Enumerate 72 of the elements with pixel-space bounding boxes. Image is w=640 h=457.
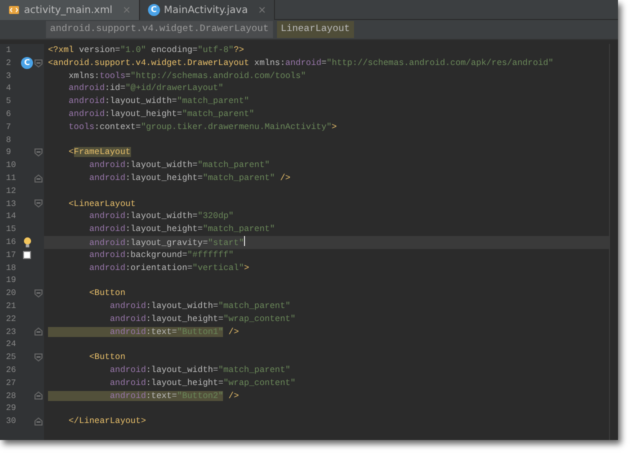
code-line: android:orientation="vertical"> bbox=[88, 262, 250, 274]
editor-tab[interactable]: C MainActivity.java × bbox=[140, 0, 276, 20]
code-line: android:layout_height="wrap_content" bbox=[108, 376, 297, 390]
line-number: 10 bbox=[5, 159, 18, 172]
line-number: 12 bbox=[5, 184, 18, 198]
code-line: xmlns:tools="http://schemas.android.com/tools" bbox=[68, 70, 307, 82]
line-number: 13 bbox=[5, 198, 18, 210]
line-number: 2 bbox=[5, 56, 12, 70]
lightbulb-icon[interactable] bbox=[22, 236, 32, 248]
code-line: android:layout_width="match_parent" bbox=[108, 364, 292, 377]
code-line: <android.support.v4.widget.DrawerLayout xmlns:android="http://schemas.android.com/apk/res/android" bbox=[47, 56, 554, 70]
line-number: 28 bbox=[5, 390, 18, 402]
line-number: 8 bbox=[5, 134, 12, 146]
xml-file-icon bbox=[8, 4, 20, 16]
fold-marker-icon[interactable] bbox=[34, 417, 43, 426]
class-icon: C bbox=[148, 4, 160, 16]
fold-marker-icon[interactable] bbox=[34, 58, 43, 68]
line-number: 26 bbox=[5, 364, 18, 377]
line-number: 4 bbox=[5, 82, 12, 96]
line-number: 15 bbox=[5, 223, 18, 236]
code-line: android:layout_width="match_parent" bbox=[88, 159, 271, 172]
fold-marker-icon[interactable] bbox=[34, 327, 43, 336]
line-number: 25 bbox=[5, 351, 18, 364]
fold-marker-icon[interactable] bbox=[34, 148, 43, 158]
line-number: 11 bbox=[5, 172, 18, 185]
line-number: 27 bbox=[5, 376, 18, 390]
fold-marker-icon[interactable] bbox=[34, 199, 43, 208]
code-line: <FrameLayout bbox=[68, 146, 132, 160]
code-line: android:background="#ffffff" bbox=[88, 248, 235, 262]
fold-marker-icon[interactable] bbox=[34, 391, 43, 400]
code-line: android:layout_width="320dp" bbox=[88, 210, 235, 224]
code-line: <Button bbox=[88, 351, 126, 364]
breadcrumb[interactable]: android.support.v4.widget.DrawerLayout bbox=[46, 21, 273, 38]
line-number: 22 bbox=[5, 312, 18, 326]
line-number: 30 bbox=[5, 415, 18, 428]
code-line: android:layout_height="wrap_content" bbox=[108, 312, 297, 326]
code-line: <?xml version="1.0" encoding="utf-8"?> bbox=[47, 44, 246, 57]
code-line: <LinearLayout bbox=[68, 198, 137, 210]
line-number: 5 bbox=[5, 95, 12, 108]
line-number: 16 bbox=[5, 236, 18, 249]
line-number: 18 bbox=[5, 262, 18, 274]
line-number: 19 bbox=[5, 274, 18, 288]
line-number: 9 bbox=[5, 146, 12, 160]
class-icon: C bbox=[21, 57, 33, 70]
fold-marker-icon[interactable] bbox=[34, 353, 43, 362]
line-number: 3 bbox=[5, 70, 12, 82]
line-number: 29 bbox=[5, 402, 18, 416]
code-line: android:layout_height="match_parent" /> bbox=[88, 172, 292, 185]
code-line: android:id="@+id/drawerLayout" bbox=[68, 82, 224, 96]
line-number: 7 bbox=[5, 120, 12, 134]
line-number: 17 bbox=[5, 248, 18, 262]
code-line: tools:context="group.tiker.drawermenu.MainActivity"> bbox=[68, 120, 338, 134]
editor-tab[interactable]: activity_main.xml × bbox=[0, 0, 140, 20]
fold-marker-icon[interactable] bbox=[34, 174, 43, 183]
code-line: </LinearLayout> bbox=[68, 415, 147, 428]
line-number: 14 bbox=[5, 210, 18, 224]
line-number: 1 bbox=[5, 44, 12, 57]
code-line: android:layout_height="match_parent" bbox=[68, 108, 256, 121]
code-line: <Button bbox=[88, 287, 126, 300]
close-icon: × bbox=[122, 2, 131, 18]
close-icon: × bbox=[258, 2, 266, 18]
line-number: 24 bbox=[5, 338, 18, 352]
code-line: android:layout_height="match_parent" bbox=[88, 223, 276, 236]
line-number: 23 bbox=[5, 326, 18, 338]
text-cursor bbox=[244, 236, 245, 246]
fold-marker-icon[interactable] bbox=[34, 289, 43, 298]
line-number: 6 bbox=[5, 108, 12, 121]
breadcrumb[interactable]: LinearLayout bbox=[276, 21, 354, 38]
line-number: 21 bbox=[5, 300, 18, 313]
code-line: android:layout_width="match_parent" bbox=[108, 300, 292, 313]
line-number: 20 bbox=[5, 287, 18, 300]
code-line: android:layout_width="match_parent" bbox=[68, 95, 250, 108]
